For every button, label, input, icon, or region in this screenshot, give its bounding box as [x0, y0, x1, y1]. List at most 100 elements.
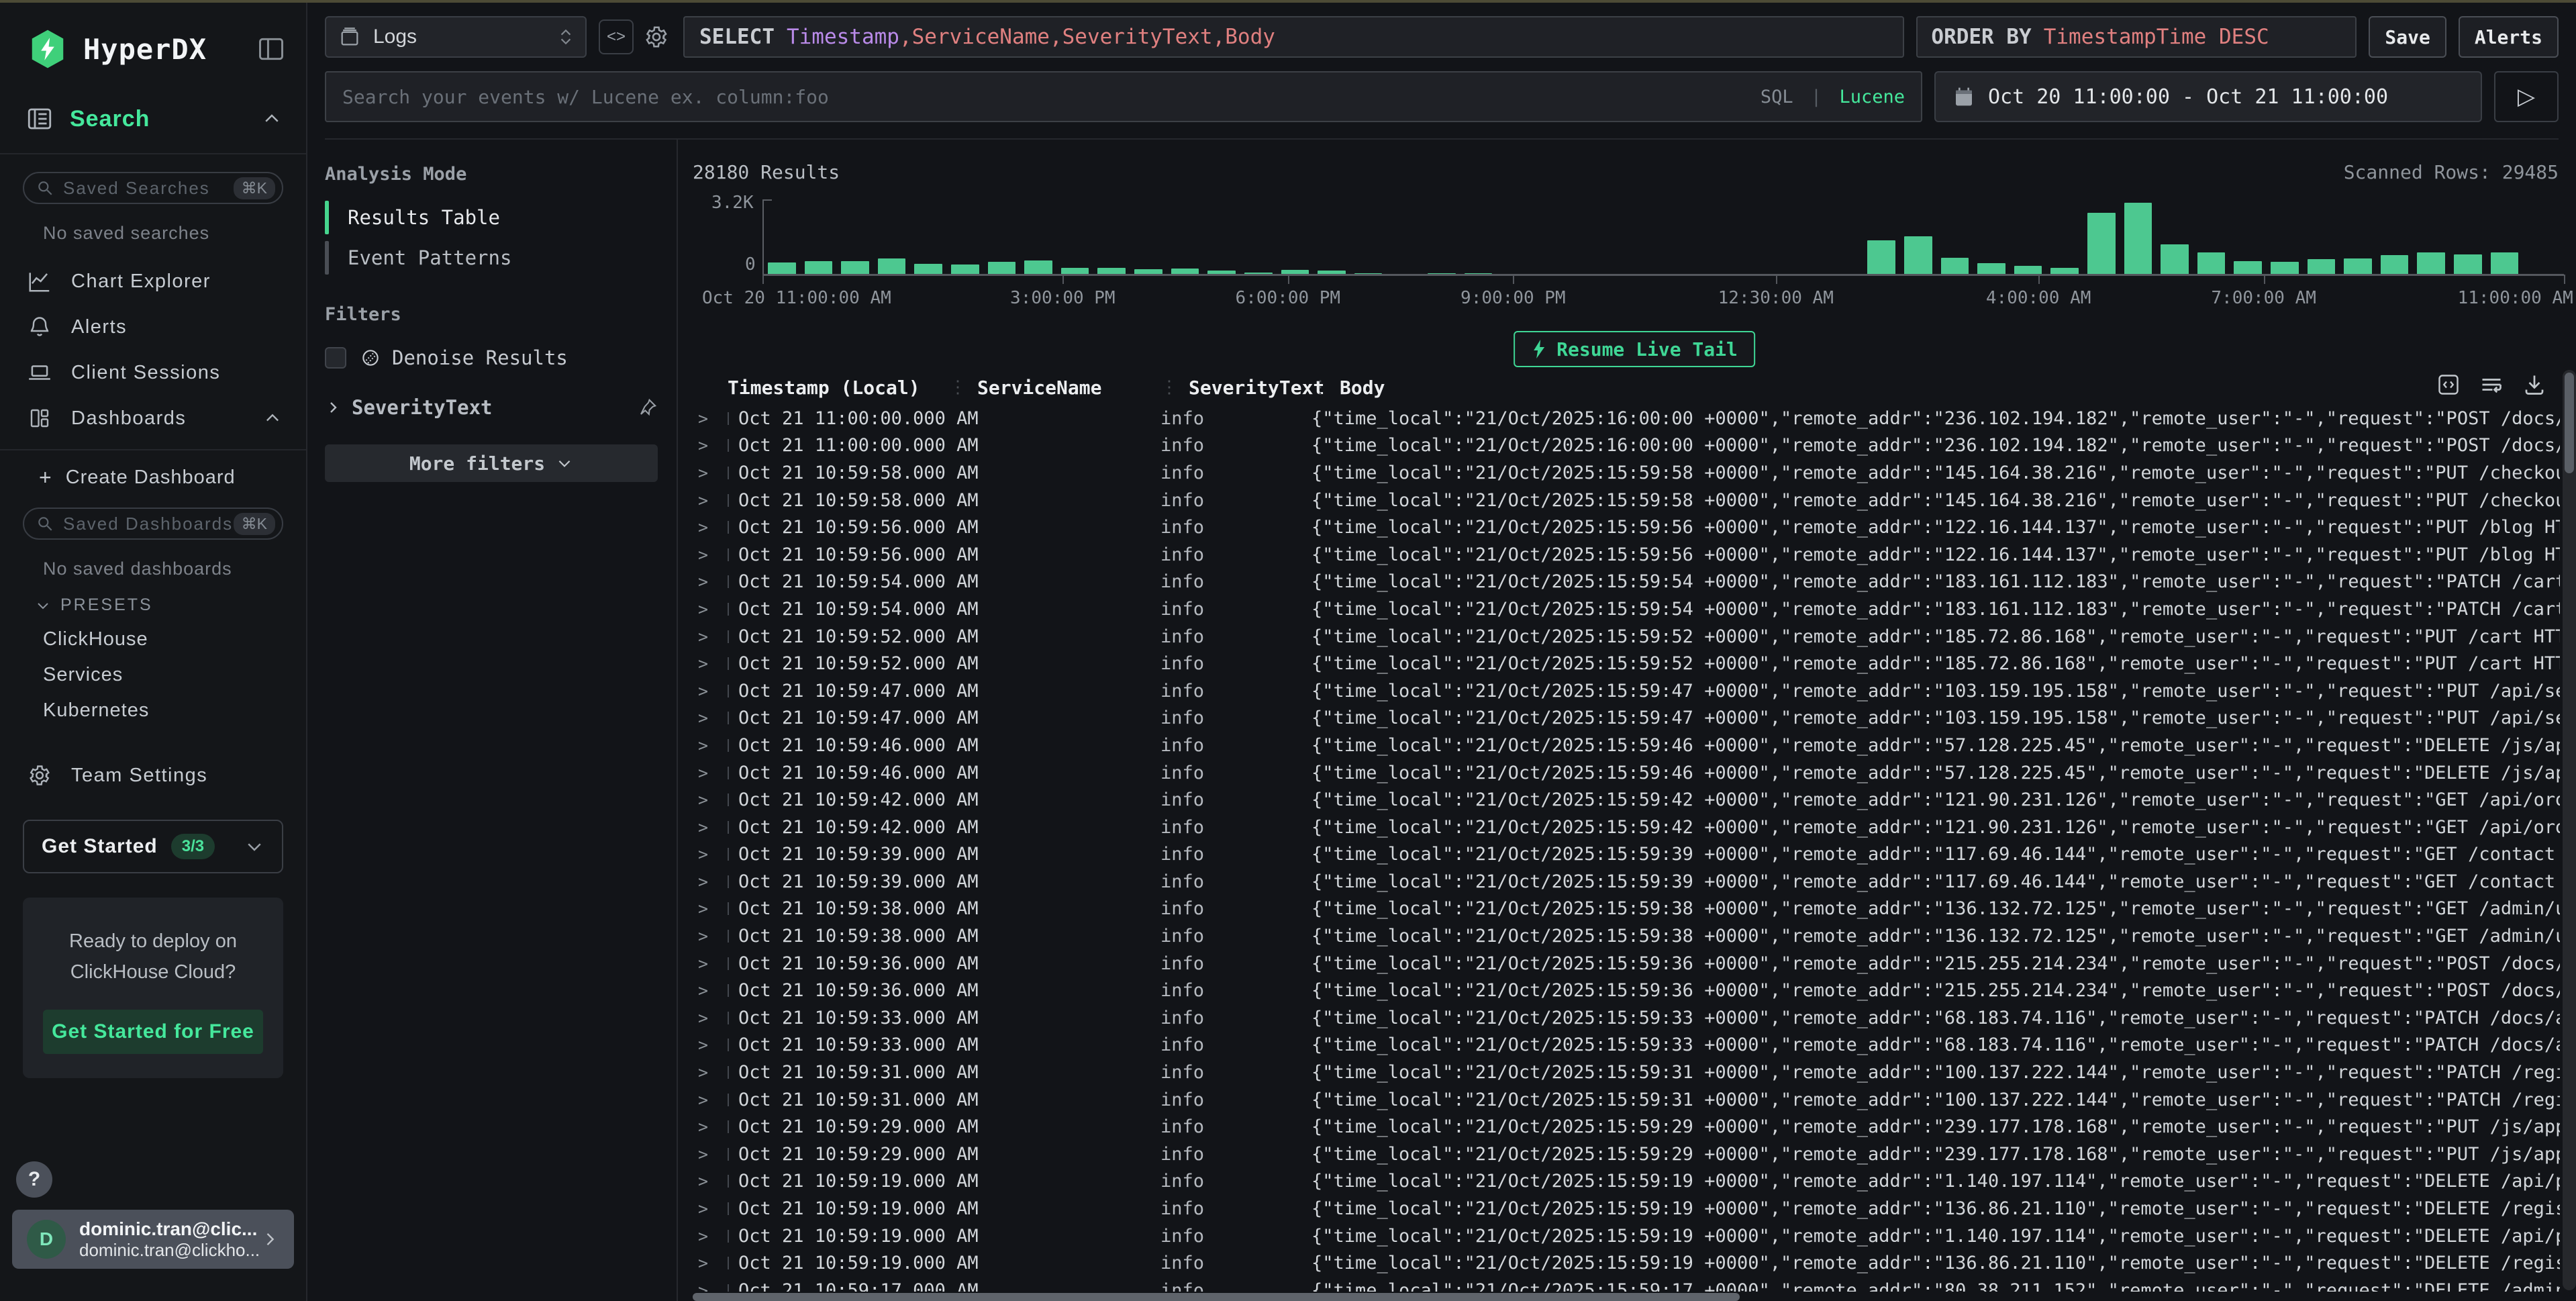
row-expander-icon[interactable]: >: [693, 518, 728, 537]
histogram-bar[interactable]: [2417, 252, 2445, 276]
table-row[interactable]: >Oct 21 10:59:39.000 AMinfo{"time_local"…: [693, 868, 2560, 896]
row-expander-icon[interactable]: >: [693, 545, 728, 565]
table-row[interactable]: >Oct 21 10:59:58.000 AMinfo{"time_local"…: [693, 459, 2560, 487]
row-expander-icon[interactable]: >: [693, 627, 728, 646]
table-row[interactable]: >Oct 21 10:59:36.000 AMinfo{"time_local"…: [693, 977, 2560, 1004]
table-row[interactable]: >Oct 21 10:59:31.000 AMinfo{"time_local"…: [693, 1059, 2560, 1086]
column-resize-handle[interactable]: ⋮: [949, 377, 967, 397]
pin-icon[interactable]: [638, 397, 658, 418]
row-expander-icon[interactable]: >: [693, 845, 728, 864]
table-row[interactable]: >Oct 21 10:59:19.000 AMinfo{"time_local"…: [693, 1195, 2560, 1222]
help-button[interactable]: ?: [16, 1161, 52, 1198]
row-expander-icon[interactable]: >: [693, 1199, 728, 1218]
row-expander-icon[interactable]: >: [693, 763, 728, 783]
table-row[interactable]: >Oct 21 10:59:52.000 AMinfo{"time_local"…: [693, 623, 2560, 650]
lucene-mode-toggle[interactable]: Lucene: [1839, 87, 1905, 107]
sidebar-item-chart-explorer[interactable]: Chart Explorer: [0, 260, 306, 303]
row-expander-icon[interactable]: >: [693, 736, 728, 755]
histogram-bar[interactable]: [2124, 203, 2152, 276]
sql-mode-toggle[interactable]: SQL: [1761, 87, 1793, 107]
row-expander-icon[interactable]: >: [693, 463, 728, 483]
row-expander-icon[interactable]: >: [693, 954, 728, 973]
table-row[interactable]: >Oct 21 10:59:42.000 AMinfo{"time_local"…: [693, 814, 2560, 841]
row-expander-icon[interactable]: >: [693, 1117, 728, 1137]
row-expander-icon[interactable]: >: [693, 409, 728, 428]
sidebar-item-search[interactable]: Search: [0, 105, 306, 133]
row-expander-icon[interactable]: >: [693, 899, 728, 918]
table-row[interactable]: >Oct 21 11:00:00.000 AMinfo{"time_local"…: [693, 405, 2560, 432]
saved-searches-input[interactable]: Saved Searches ⌘K: [23, 172, 283, 204]
tab-event-patterns[interactable]: Event Patterns: [325, 241, 658, 275]
column-header-servicename[interactable]: ⋮ServiceName: [949, 377, 1160, 399]
sidebar-item-team-settings[interactable]: Team Settings: [0, 754, 306, 797]
row-expander-icon[interactable]: >: [693, 1008, 728, 1028]
table-row[interactable]: >Oct 21 10:59:29.000 AMinfo{"time_local"…: [693, 1113, 2560, 1141]
histogram-bar[interactable]: [2161, 244, 2189, 276]
table-row[interactable]: >Oct 21 10:59:39.000 AMinfo{"time_local"…: [693, 841, 2560, 869]
row-expander-icon[interactable]: >: [693, 1171, 728, 1191]
table-row[interactable]: >Oct 21 10:59:17.000 AMinfo{"time_local"…: [693, 1277, 2560, 1292]
row-expander-icon[interactable]: >: [693, 491, 728, 510]
table-row[interactable]: >Oct 21 10:59:19.000 AMinfo{"time_local"…: [693, 1222, 2560, 1250]
row-expander-icon[interactable]: >: [693, 572, 728, 591]
histogram-bar[interactable]: [2087, 213, 2116, 276]
row-expander-icon[interactable]: >: [693, 790, 728, 810]
query-settings-gear-icon[interactable]: [640, 24, 673, 50]
row-expander-icon[interactable]: >: [693, 926, 728, 946]
histogram-bar[interactable]: [2454, 254, 2482, 276]
table-row[interactable]: >Oct 21 10:59:31.000 AMinfo{"time_local"…: [693, 1086, 2560, 1114]
table-row[interactable]: >Oct 21 10:59:42.000 AMinfo{"time_local"…: [693, 786, 2560, 814]
row-expander-icon[interactable]: >: [693, 599, 728, 619]
alerts-button[interactable]: Alerts: [2459, 16, 2559, 58]
row-expander-icon[interactable]: >: [693, 681, 728, 701]
saved-dashboards-input[interactable]: Saved Dashboards ⌘K: [23, 508, 283, 540]
column-header-timestamp[interactable]: Timestamp (Local): [728, 377, 949, 399]
histogram-bar[interactable]: [2197, 252, 2226, 276]
row-expander-icon[interactable]: >: [693, 1145, 728, 1164]
sidebar-preset-services[interactable]: Services: [43, 664, 306, 686]
save-button[interactable]: Save: [2369, 16, 2446, 58]
histogram-bar[interactable]: [1941, 258, 1969, 276]
vertical-scrollbar[interactable]: [2563, 370, 2576, 1290]
table-row[interactable]: >Oct 21 10:59:29.000 AMinfo{"time_local"…: [693, 1141, 2560, 1168]
code-view-icon[interactable]: [2436, 373, 2461, 397]
row-expander-icon[interactable]: >: [693, 654, 728, 673]
row-expander-icon[interactable]: >: [693, 1253, 728, 1273]
table-row[interactable]: >Oct 21 10:59:36.000 AMinfo{"time_local"…: [693, 950, 2560, 977]
table-row[interactable]: >Oct 21 10:59:33.000 AMinfo{"time_local"…: [693, 1032, 2560, 1059]
table-row[interactable]: >Oct 21 10:59:54.000 AMinfo{"time_local"…: [693, 569, 2560, 596]
column-header-severitytext[interactable]: ⋮SeverityText: [1160, 377, 1311, 399]
severity-facet-toggle[interactable]: SeverityText: [325, 396, 658, 419]
histogram-bar[interactable]: [2381, 255, 2409, 276]
horizontal-scrollbar[interactable]: [693, 1293, 1740, 1301]
table-row[interactable]: >Oct 21 10:59:47.000 AMinfo{"time_local"…: [693, 705, 2560, 732]
row-expander-icon[interactable]: >: [693, 708, 728, 728]
select-columns-input[interactable]: SELECT Timestamp,ServiceName,SeverityTex…: [683, 16, 1904, 58]
sidebar-item-alerts[interactable]: Alerts: [0, 305, 306, 348]
table-row[interactable]: >Oct 21 10:59:46.000 AMinfo{"time_local"…: [693, 732, 2560, 759]
row-expander-icon[interactable]: >: [693, 1035, 728, 1055]
denoise-checkbox[interactable]: [325, 347, 346, 369]
table-row[interactable]: >Oct 21 10:59:19.000 AMinfo{"time_local"…: [693, 1168, 2560, 1196]
presets-header[interactable]: PRESETS: [35, 595, 306, 615]
get-started-free-button[interactable]: Get Started for Free: [43, 1010, 263, 1054]
table-row[interactable]: >Oct 21 10:59:56.000 AMinfo{"time_local"…: [693, 514, 2560, 541]
collapse-sidebar-icon[interactable]: [256, 34, 286, 64]
row-expander-icon[interactable]: >: [693, 1063, 728, 1082]
user-menu[interactable]: D dominic.tran@clic... dominic.tran@clic…: [12, 1210, 294, 1269]
table-row[interactable]: >Oct 21 10:59:47.000 AMinfo{"time_local"…: [693, 677, 2560, 705]
histogram-bar[interactable]: [1867, 240, 1895, 276]
table-row[interactable]: >Oct 21 10:59:33.000 AMinfo{"time_local"…: [693, 1004, 2560, 1032]
code-mode-button[interactable]: <>: [599, 19, 634, 54]
time-range-picker[interactable]: Oct 20 11:00:00 - Oct 21 11:00:00: [1934, 71, 2482, 122]
sidebar-preset-kubernetes[interactable]: Kubernetes: [43, 700, 306, 722]
order-by-input[interactable]: ORDER BY TimestampTime DESC: [1916, 16, 2357, 58]
create-dashboard-button[interactable]: + Create Dashboard: [39, 465, 306, 490]
table-row[interactable]: >Oct 21 10:59:38.000 AMinfo{"time_local"…: [693, 922, 2560, 950]
events-histogram[interactable]: 3.2K 0 Oct 20 11:00:00 AM3:00:00 PM6:00:…: [693, 190, 2565, 308]
row-expander-icon[interactable]: >: [693, 818, 728, 837]
histogram-bar[interactable]: [2491, 252, 2519, 276]
tab-results-table[interactable]: Results Table: [325, 201, 658, 234]
histogram-bar[interactable]: [1904, 236, 1932, 276]
table-row[interactable]: >Oct 21 10:59:58.000 AMinfo{"time_local"…: [693, 487, 2560, 514]
